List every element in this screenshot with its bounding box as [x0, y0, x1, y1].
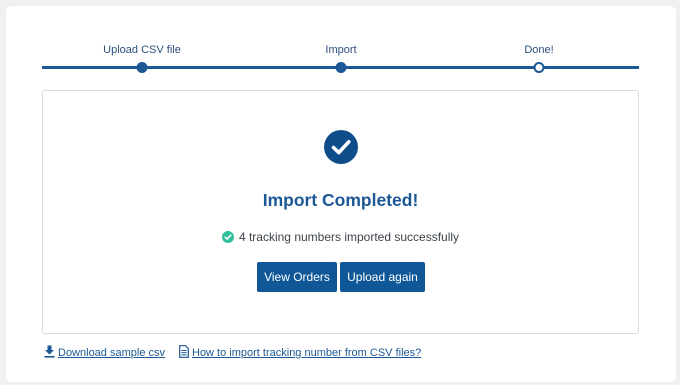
upload-again-button[interactable]: Upload again: [340, 262, 425, 292]
download-icon: [44, 345, 55, 361]
download-sample-link[interactable]: Download sample csv: [44, 345, 165, 361]
status-text: 4 tracking numbers imported successfully: [238, 230, 460, 244]
document-icon: [179, 345, 189, 361]
result-title: Import Completed!: [262, 190, 419, 210]
success-check-icon: [221, 231, 234, 243]
how-to-import-label: How to import tracking number from CSV f…: [192, 347, 422, 359]
how-to-import-link[interactable]: How to import tracking number from CSV f…: [179, 345, 421, 361]
view-orders-button[interactable]: View Orders: [257, 262, 337, 292]
check-circle-icon: [324, 130, 358, 164]
progress-stepper: Upload CSV file Import Done!: [0, 0, 680, 80]
status-message: 4 tracking numbers imported successfully: [43, 230, 638, 244]
step-dot-import: [335, 62, 347, 73]
step-label-upload: Upload CSV file: [103, 44, 181, 56]
download-sample-label: Download sample csv: [58, 347, 165, 359]
step-label-import: Import: [325, 44, 357, 56]
result-panel: Import Completed! 4 tracking numbers imp…: [42, 90, 639, 334]
step-dot-upload: [136, 62, 148, 73]
step-label-done: Done!: [524, 44, 554, 56]
help-links: Download sample csv How to import tracki…: [44, 345, 421, 361]
step-dot-done: [533, 62, 545, 73]
